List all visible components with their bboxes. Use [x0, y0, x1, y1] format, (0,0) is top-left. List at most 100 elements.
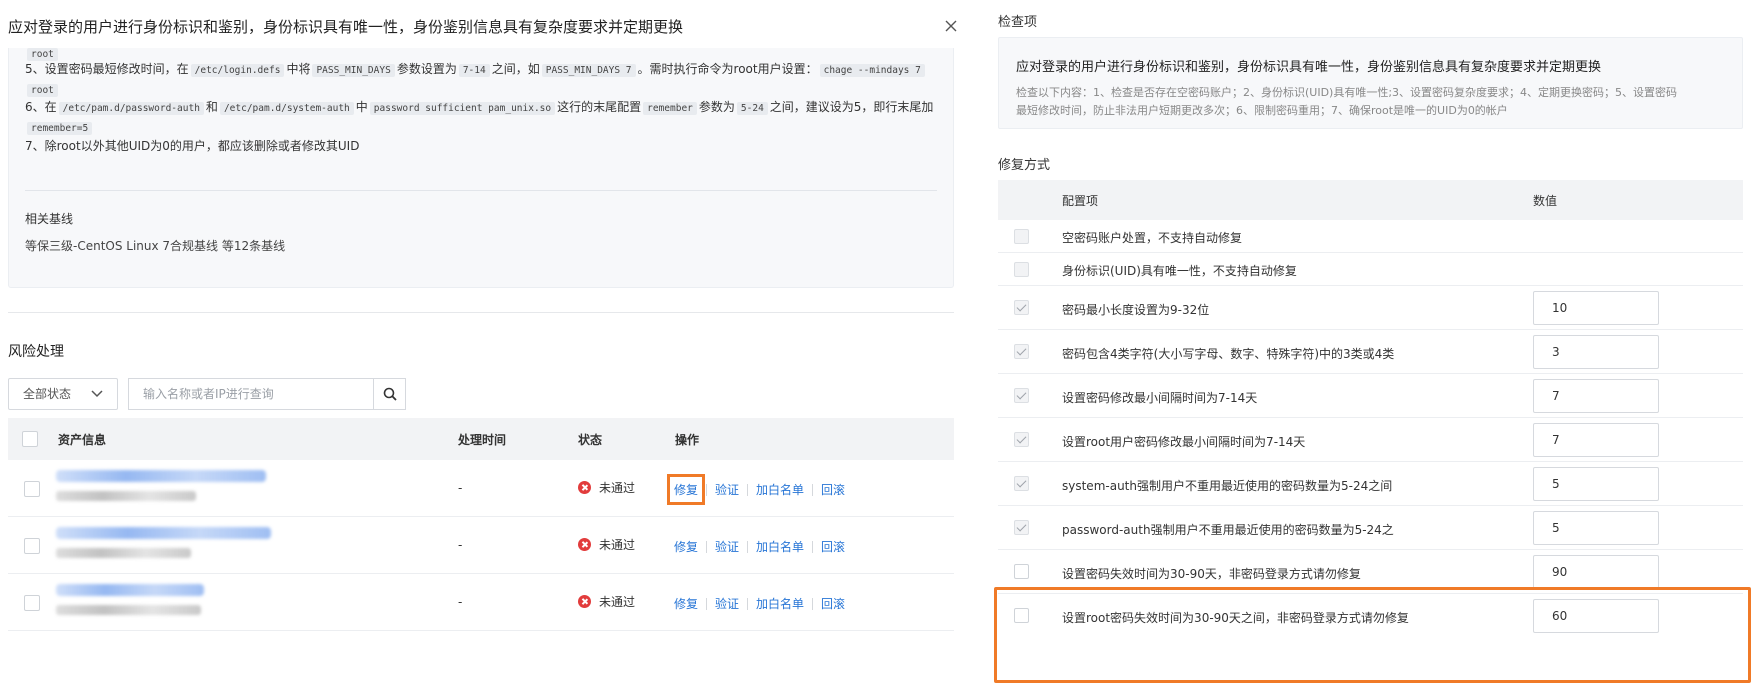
status-badge: 未通过: [578, 536, 635, 553]
divider: [812, 540, 814, 553]
check-item-box: 应对登录的用户进行身份标识和鉴别，身份标识具有唯一性，身份鉴别信息具有复杂度要求…: [998, 37, 1743, 129]
search-icon: [383, 387, 397, 401]
fix-item-row: 空密码账户处置，不支持自动修复: [998, 220, 1743, 253]
fix-item-checkbox: [1014, 476, 1029, 491]
divider: [706, 540, 708, 553]
baseline-value: 等保三级-CentOS Linux 7合规基线 等12条基线: [25, 239, 286, 253]
divider: [706, 597, 708, 610]
fix-item-checkbox: [1014, 344, 1029, 359]
verify-link[interactable]: 验证: [715, 595, 739, 612]
description-line-7: 7、除root以外其他UID为0的用户，都应该删除或者修改其UID: [25, 139, 360, 153]
table-row: - 未通过 修复 验证 加白名单 回滚: [8, 574, 954, 631]
process-time: -: [458, 538, 463, 552]
status-badge: 未通过: [578, 479, 635, 496]
risk-section-title: 风险处理: [8, 344, 64, 360]
column-header: 数值: [1533, 194, 1558, 208]
row-checkbox[interactable]: [24, 595, 40, 611]
search-button[interactable]: [373, 378, 406, 410]
rollback-link[interactable]: 回滚: [821, 538, 845, 555]
fix-table-header: 配置项 数值: [998, 180, 1743, 220]
fix-item-row: 密码最小长度设置为9-32位 10: [998, 286, 1743, 330]
fix-value-input[interactable]: 5: [1533, 511, 1659, 545]
fix-value-input[interactable]: 60: [1533, 599, 1659, 633]
fix-value-input[interactable]: 3: [1533, 335, 1659, 369]
asset-name-link[interactable]: [56, 470, 266, 482]
asset-ip: [56, 605, 201, 615]
check-title: 应对登录的用户进行身份标识和鉴别，身份标识具有唯一性，身份鉴别信息具有复杂度要求…: [1016, 60, 1602, 75]
fix-item-checkbox: [1014, 262, 1029, 277]
fix-value-input[interactable]: 7: [1533, 379, 1659, 413]
rollback-link[interactable]: 回滚: [821, 595, 845, 612]
row-checkbox[interactable]: [24, 538, 40, 554]
fix-link[interactable]: 修复: [666, 474, 706, 505]
fail-icon: [578, 481, 591, 494]
column-header: 状态: [578, 433, 603, 447]
fix-section-label: 修复方式: [998, 158, 1051, 173]
select-all-checkbox[interactable]: [22, 431, 38, 447]
fix-item-label: 密码最小长度设置为9-32位: [1062, 303, 1210, 317]
column-header: 操作: [675, 433, 700, 447]
asset-name-link[interactable]: [56, 584, 204, 596]
divider: [812, 483, 814, 496]
process-time: -: [458, 595, 463, 609]
verify-link[interactable]: 验证: [715, 481, 739, 498]
whitelist-link[interactable]: 加白名单: [756, 538, 804, 555]
fix-link[interactable]: 修复: [674, 538, 698, 555]
dialog-title: 应对登录的用户进行身份标识和鉴别，身份标识具有唯一性，身份鉴别信息具有复杂度要求…: [8, 18, 684, 36]
fix-item-row: 设置root用户密码修改最小间隔时间为7-14天 7: [998, 418, 1743, 462]
fix-item-label: 设置密码修改最小间隔时间为7-14天: [1062, 391, 1258, 405]
fix-item-row: system-auth强制用户不重用最近使用的密码数量为5-24之间 5: [998, 462, 1743, 506]
search-input[interactable]: [128, 378, 374, 410]
close-icon[interactable]: [943, 18, 959, 34]
fix-item-checkbox: [1014, 388, 1029, 403]
fix-item-row: 设置root密码失效时间为30-90天之间，非密码登录方式请勿修复 60: [998, 594, 1743, 638]
fix-item-label: 密码包含4类字符(大小写字母、数字、特殊字符)中的3类或4类: [1062, 347, 1395, 361]
fail-icon: [578, 538, 591, 551]
divider: [25, 190, 937, 191]
fix-item-label: system-auth强制用户不重用最近使用的密码数量为5-24之间: [1062, 479, 1393, 493]
row-checkbox[interactable]: [24, 481, 40, 497]
fix-link[interactable]: 修复: [674, 595, 698, 612]
check-section-label: 检查项: [998, 15, 1038, 30]
fix-item-checkbox: [1014, 300, 1029, 315]
rollback-link[interactable]: 回滚: [821, 481, 845, 498]
status-filter-value: 全部状态: [23, 387, 72, 401]
whitelist-link[interactable]: 加白名单: [756, 481, 804, 498]
fix-value-input[interactable]: 90: [1533, 555, 1659, 589]
chevron-down-icon: [91, 390, 103, 398]
fix-item-row: 设置密码修改最小间隔时间为7-14天 7: [998, 374, 1743, 418]
row-actions: 修复 验证 加白名单 回滚: [674, 538, 845, 555]
fix-value-input[interactable]: 10: [1533, 291, 1659, 325]
divider: [747, 483, 749, 496]
check-description: 检查以下内容：1、检查是否存在空密码账户；2、身份标识(UID)具有唯一性;3、…: [1016, 86, 1678, 117]
divider: [8, 312, 954, 313]
fix-item-checkbox[interactable]: [1014, 564, 1029, 579]
fix-value-input[interactable]: 7: [1533, 423, 1659, 457]
table-row: - 未通过 修复 验证 加白名单 回滚: [8, 517, 954, 574]
asset-ip: [56, 491, 196, 501]
fix-item-label: 设置密码失效时间为30-90天，非密码登录方式请勿修复: [1062, 567, 1361, 581]
fix-value-input[interactable]: 5: [1533, 467, 1659, 501]
column-header: 处理时间: [458, 433, 507, 447]
row-actions: 修复 验证 加白名单 回滚: [674, 595, 845, 612]
asset-ip: [56, 548, 191, 558]
process-time: -: [458, 481, 463, 495]
divider: [747, 540, 749, 553]
verify-link[interactable]: 验证: [715, 538, 739, 555]
divider: [747, 597, 749, 610]
fix-item-row: 设置密码失效时间为30-90天，非密码登录方式请勿修复 90: [998, 550, 1743, 594]
fix-item-label: 身份标识(UID)具有唯一性，不支持自动修复: [1062, 264, 1297, 278]
fix-item-checkbox[interactable]: [1014, 608, 1029, 623]
asset-name-link[interactable]: [56, 527, 271, 539]
rule-detail-panel: 应对登录的用户进行身份标识和鉴别，身份标识具有唯一性，身份鉴别信息具有复杂度要求…: [0, 0, 960, 697]
fix-item-row: 身份标识(UID)具有唯一性，不支持自动修复: [998, 253, 1743, 286]
whitelist-link[interactable]: 加白名单: [756, 595, 804, 612]
fix-item-row: password-auth强制用户不重用最近使用的密码数量为5-24之 5: [998, 506, 1743, 550]
status-filter-select[interactable]: 全部状态: [8, 378, 118, 410]
column-header: 配置项: [1062, 194, 1099, 208]
divider: [812, 597, 814, 610]
description-line-6: 6、在/etc/pam.d/password-auth 和/etc/pam.d/s…: [25, 100, 934, 115]
fix-item-checkbox: [1014, 432, 1029, 447]
fix-item-checkbox: [1014, 520, 1029, 535]
fix-panel: 检查项 应对登录的用户进行身份标识和鉴别，身份标识具有唯一性，身份鉴别信息具有复…: [990, 0, 1761, 697]
